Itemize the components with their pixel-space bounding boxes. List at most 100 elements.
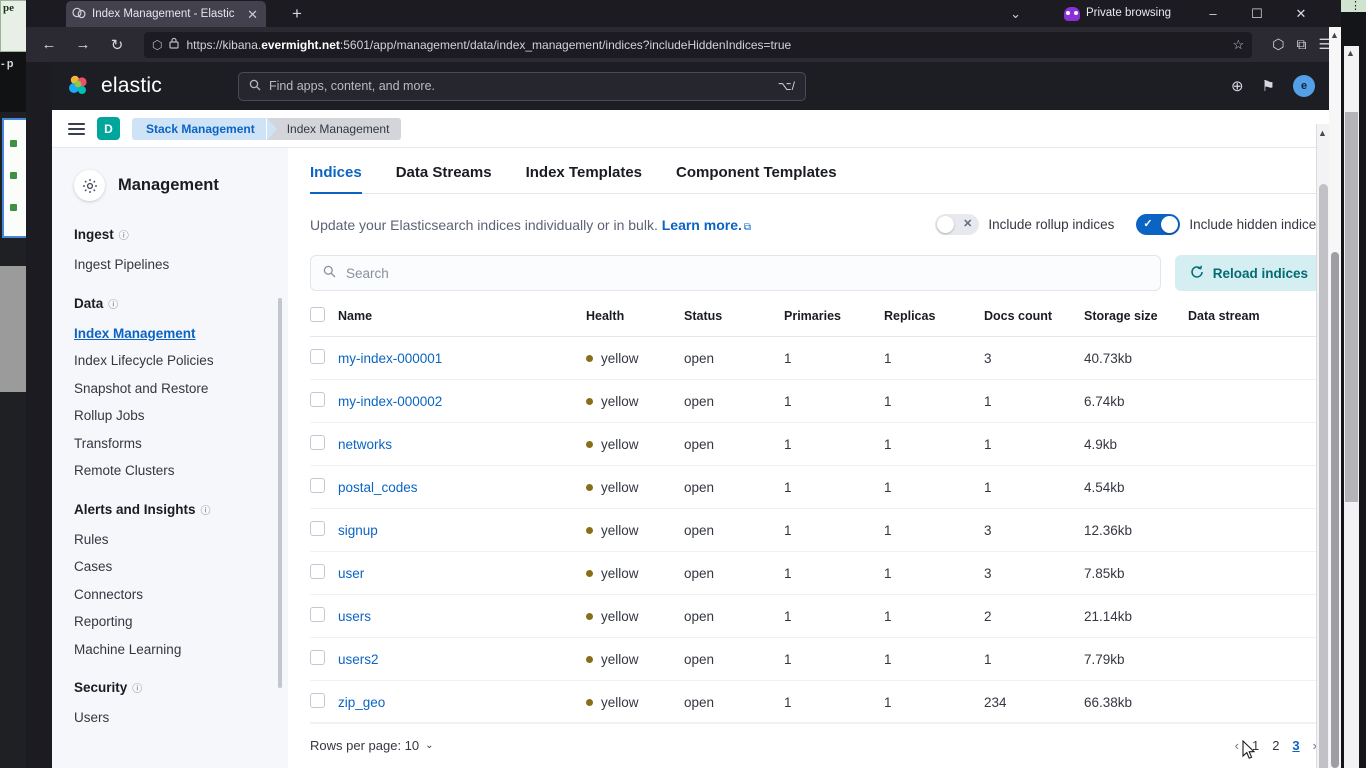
row-checkbox[interactable]: [310, 693, 325, 708]
table-row[interactable]: networks yellow open 1 1 1 4.9kb: [310, 422, 1329, 466]
breadcrumb-item-index-management[interactable]: Index Management: [265, 117, 402, 140]
column-header-primaries[interactable]: Primaries: [784, 307, 884, 337]
reload-page-button[interactable]: ↻: [104, 36, 130, 54]
sidebar-item-connectors[interactable]: Connectors: [74, 581, 288, 609]
sidebar-item-remote-clusters[interactable]: Remote Clusters: [74, 457, 288, 485]
pocket-icon[interactable]: ⬡: [1272, 36, 1284, 53]
table-row[interactable]: users yellow open 1 1 2 21.14kb: [310, 594, 1329, 638]
tab-indices[interactable]: Indices: [310, 156, 362, 194]
global-search-input[interactable]: Find apps, content, and more. ⌥/: [237, 71, 806, 101]
page-button-2[interactable]: 2: [1272, 738, 1279, 753]
page-button-3[interactable]: 3: [1292, 738, 1299, 753]
outer-window-scrollbar[interactable]: ⋮ ▲: [1341, 0, 1366, 768]
sidebar-item-rollup-jobs[interactable]: Rollup Jobs: [74, 402, 288, 430]
close-tab-icon[interactable]: ✕: [245, 8, 260, 21]
index-name-link[interactable]: my-index-000001: [338, 351, 442, 366]
index-name-link[interactable]: user: [338, 566, 364, 581]
column-header-health[interactable]: Health: [586, 307, 684, 337]
row-checkbox[interactable]: [310, 478, 325, 493]
page-scrollbar-thumb[interactable]: [1319, 184, 1328, 768]
address-bar[interactable]: ⬡ https://kibana.evermight.net:5601/app/…: [144, 31, 1253, 58]
news-feed-icon[interactable]: ⚑: [1262, 77, 1275, 95]
table-row[interactable]: zip_geo yellow open 1 1 234 66.38kb: [310, 680, 1329, 724]
learn-more-link[interactable]: Learn more.: [662, 217, 742, 233]
tab-data-streams[interactable]: Data Streams: [396, 156, 492, 194]
info-icon[interactable]: ⓘ: [201, 502, 211, 517]
row-checkbox[interactable]: [310, 607, 325, 622]
scroll-up-icon[interactable]: ▲: [1330, 30, 1339, 40]
space-avatar[interactable]: D: [97, 117, 120, 140]
rollup-toggle-switch[interactable]: ✕: [935, 214, 980, 235]
info-icon[interactable]: ⓘ: [108, 296, 118, 311]
index-name-link[interactable]: users: [338, 609, 371, 624]
help-icon[interactable]: ⊕: [1231, 77, 1244, 95]
sidebar-item-users[interactable]: Users: [74, 704, 288, 732]
sidebar-item-index-management[interactable]: Index Management: [74, 320, 288, 348]
row-checkbox[interactable]: [310, 392, 325, 407]
table-row[interactable]: my-index-000001 yellow open 1 1 3 40.73kb: [310, 336, 1329, 380]
breadcrumb-item-stack-management[interactable]: Stack Management: [132, 117, 277, 140]
previous-page-button[interactable]: ‹: [1235, 738, 1239, 753]
row-checkbox[interactable]: [310, 650, 325, 665]
row-checkbox[interactable]: [310, 349, 325, 364]
tab-component-templates[interactable]: Component Templates: [676, 156, 837, 194]
scroll-up-icon[interactable]: ▲: [1346, 48, 1355, 58]
sidebar-item-machine-learning[interactable]: Machine Learning: [74, 636, 288, 664]
tab-list-chevron-down-icon[interactable]: ⌄: [1010, 0, 1021, 27]
page-scrollbar[interactable]: ▲: [1316, 124, 1329, 768]
sidebar-item-cases[interactable]: Cases: [74, 553, 288, 581]
index-name-link[interactable]: users2: [338, 652, 379, 667]
indices-search-input[interactable]: Search: [310, 255, 1161, 291]
info-icon[interactable]: ⓘ: [119, 227, 129, 242]
select-all-checkbox[interactable]: [310, 307, 325, 322]
avatar[interactable]: e: [1293, 75, 1315, 97]
index-name-link[interactable]: postal_codes: [338, 480, 418, 495]
index-name-link[interactable]: zip_geo: [338, 695, 385, 710]
sidebar-item-index-lifecycle-policies[interactable]: Index Lifecycle Policies: [74, 347, 288, 375]
sidebar-scrollbar[interactable]: [278, 298, 282, 688]
browser-scrollbar-thumb[interactable]: [1331, 252, 1339, 768]
bookmark-star-icon[interactable]: ☆: [1233, 37, 1245, 53]
sidebar-item-snapshot-and-restore[interactable]: Snapshot and Restore: [74, 375, 288, 403]
info-icon[interactable]: ⓘ: [132, 680, 142, 695]
sidebar-item-rules[interactable]: Rules: [74, 526, 288, 554]
table-row[interactable]: signup yellow open 1 1 3 12.36kb: [310, 508, 1329, 552]
index-name-link[interactable]: my-index-000002: [338, 394, 442, 409]
reload-indices-button[interactable]: Reload indices: [1174, 255, 1323, 291]
index-name-link[interactable]: signup: [338, 523, 378, 538]
column-header-replicas[interactable]: Replicas: [884, 307, 984, 337]
column-header-name[interactable]: Name: [338, 307, 586, 337]
table-row[interactable]: user yellow open 1 1 3 7.85kb: [310, 551, 1329, 595]
new-tab-button[interactable]: +: [286, 3, 308, 25]
row-checkbox[interactable]: [310, 564, 325, 579]
close-window-button[interactable]: ✕: [1279, 6, 1323, 22]
table-row[interactable]: postal_codes yellow open 1 1 1 4.54kb: [310, 465, 1329, 509]
hamburger-icon[interactable]: [68, 122, 85, 135]
column-header-docs-count[interactable]: Docs count: [984, 307, 1084, 337]
sidebar-item-ingest-pipelines[interactable]: Ingest Pipelines: [74, 251, 288, 279]
table-row[interactable]: my-index-000002 yellow open 1 1 1 6.74kb: [310, 379, 1329, 423]
table-row[interactable]: users2 yellow open 1 1 1 7.79kb: [310, 637, 1329, 681]
tab-index-templates[interactable]: Index Templates: [526, 156, 642, 194]
toggle-include-rollup-indices[interactable]: ✕ Include rollup indices: [935, 214, 1114, 235]
rows-per-page-selector[interactable]: Rows per page: 10 ⌄: [310, 738, 434, 753]
forward-button[interactable]: →: [70, 36, 96, 53]
maximize-button[interactable]: ☐: [1235, 6, 1279, 22]
elastic-logo[interactable]: elastic: [66, 73, 162, 99]
back-button[interactable]: ←: [36, 36, 62, 53]
sidebar-item-transforms[interactable]: Transforms: [74, 430, 288, 458]
extensions-icon[interactable]: ⧉: [1296, 36, 1306, 53]
minimize-button[interactable]: –: [1191, 6, 1235, 21]
kebab-menu-icon[interactable]: ⋮: [1350, 1, 1361, 12]
sidebar-item-reporting[interactable]: Reporting: [74, 608, 288, 636]
row-checkbox[interactable]: [310, 521, 325, 536]
index-name-link[interactable]: networks: [338, 437, 392, 452]
browser-tab[interactable]: Index Management - Elastic ✕: [66, 1, 266, 27]
row-checkbox[interactable]: [310, 435, 325, 450]
scroll-up-icon[interactable]: ▲: [1318, 128, 1327, 138]
column-header-status[interactable]: Status: [684, 307, 784, 337]
hidden-toggle-switch[interactable]: ✓: [1136, 214, 1181, 235]
toggle-include-hidden-indices[interactable]: ✓ Include hidden indices: [1136, 214, 1323, 235]
column-header-storage-size[interactable]: Storage size: [1084, 307, 1188, 337]
outer-scrollbar-thumb[interactable]: [1345, 112, 1358, 502]
